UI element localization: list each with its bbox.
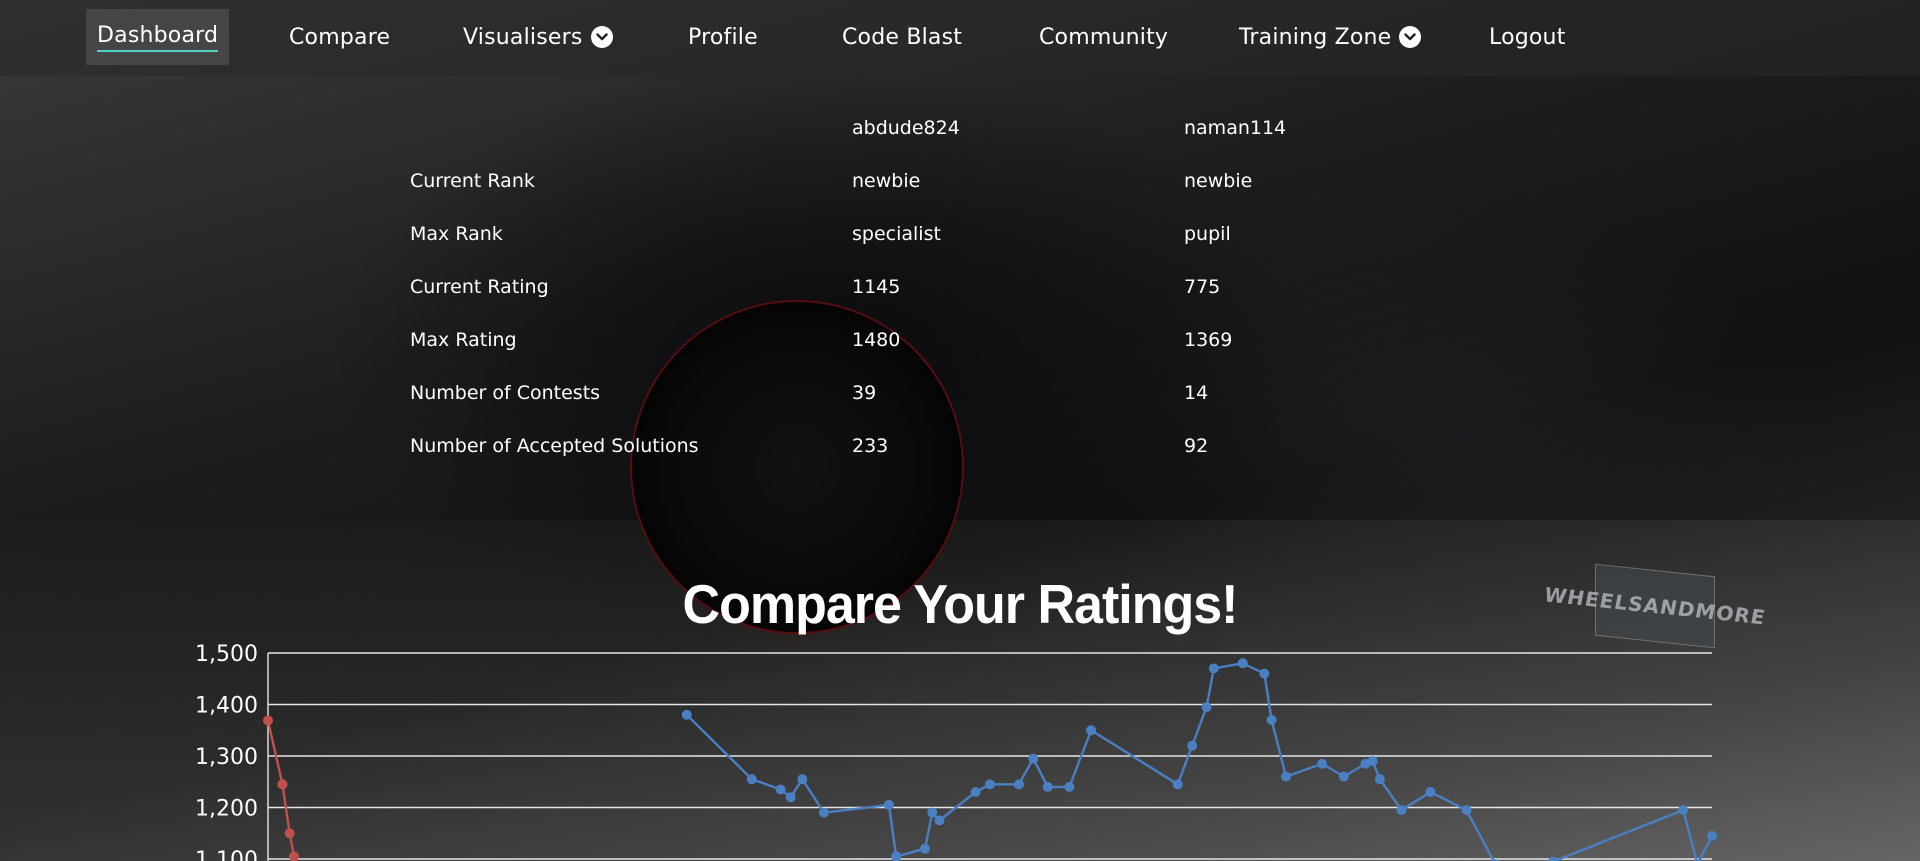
nav-logout[interactable]: Logout: [1489, 9, 1566, 65]
data-point: [883, 799, 894, 810]
data-point: [1707, 830, 1717, 841]
user2-value: 14: [1184, 382, 1209, 404]
compare-row: Current Rating 1145 775: [410, 276, 1510, 316]
data-point: [818, 807, 829, 818]
nav-logout-label: Logout: [1489, 24, 1566, 50]
y-tick-label: 1,300: [195, 745, 258, 770]
data-point: [1086, 725, 1097, 736]
user2-value: 775: [1184, 276, 1221, 298]
data-point: [1042, 781, 1053, 792]
data-point: [985, 779, 995, 790]
data-point: [920, 843, 931, 854]
series-line: [266, 720, 298, 861]
nav-community[interactable]: Community: [1039, 9, 1168, 65]
data-point: [277, 779, 288, 790]
data-point: [1201, 702, 1212, 713]
nav-visualisers[interactable]: Visualisers: [463, 9, 613, 65]
nav-community-label: Community: [1039, 24, 1169, 50]
y-tick-label: 1,400: [195, 694, 258, 719]
data-point: [1548, 856, 1559, 861]
data-point: [1338, 771, 1349, 782]
compare-row: Number of Accepted Solutions 233 92: [410, 435, 1510, 475]
data-point: [1461, 805, 1472, 816]
row-label: Number of Contests: [410, 382, 601, 404]
nav-compare-label: Compare: [289, 24, 391, 50]
user2-handle: naman114: [1184, 117, 1287, 139]
data-point: [1396, 805, 1407, 816]
user1-value: 39: [852, 382, 877, 404]
row-label: Max Rank: [410, 223, 503, 245]
user1-value: 1480: [852, 329, 901, 351]
data-point: [1281, 771, 1292, 782]
data-point: [1317, 758, 1328, 769]
data-point: [1237, 658, 1248, 669]
user1-value: 233: [852, 435, 889, 457]
data-point: [1187, 740, 1198, 751]
data-point: [1266, 714, 1277, 725]
chart-title: Compare Your Ratings!: [682, 574, 1239, 636]
nav-training-zone[interactable]: Training Zone: [1239, 9, 1422, 65]
y-tick-label: 1,100: [195, 848, 258, 861]
chevron-down-icon: [590, 26, 613, 48]
data-point: [1259, 668, 1270, 679]
compare-row: Current Rank newbie newbie: [410, 170, 1510, 210]
data-point: [1064, 781, 1075, 792]
nav-visualisers-label: Visualisers: [463, 24, 583, 50]
nav-training-zone-label: Training Zone: [1239, 24, 1392, 50]
data-point: [891, 851, 902, 861]
nav-profile-label: Profile: [688, 24, 758, 50]
data-point: [785, 792, 796, 803]
y-tick-label: 1,500: [195, 642, 258, 667]
user2-value: 92: [1184, 435, 1209, 457]
row-label: Current Rating: [410, 276, 549, 298]
user1-value: 1145: [852, 276, 901, 298]
compare-row: Max Rank specialist pupil: [410, 223, 1510, 263]
data-point: [1028, 753, 1039, 764]
user2-value: pupil: [1184, 223, 1231, 245]
data-point: [284, 828, 295, 839]
row-label: Number of Accepted Solutions: [410, 435, 699, 457]
data-point: [797, 774, 808, 785]
nav-dashboard-label: Dashboard: [97, 23, 219, 52]
user1-value: specialist: [852, 223, 941, 245]
nav-profile[interactable]: Profile: [688, 9, 758, 65]
series-line: [685, 662, 1714, 861]
data-point: [1172, 779, 1183, 790]
data-point: [681, 709, 692, 720]
data-point: [746, 774, 757, 785]
data-point: [934, 815, 945, 826]
nav-compare[interactable]: Compare: [289, 9, 390, 65]
data-point: [1425, 787, 1436, 798]
data-point: [927, 807, 938, 818]
data-point: [1208, 663, 1219, 674]
data-point: [288, 851, 299, 861]
rating-chart: 1,500 1,400 1,300 1,200 1,100: [195, 642, 1717, 861]
user2-value: newbie: [1184, 170, 1253, 192]
row-label: Current Rank: [410, 170, 535, 192]
compare-row: Number of Contests 39 14: [410, 382, 1510, 422]
data-point: [263, 715, 273, 726]
data-point: [1367, 756, 1378, 767]
data-point: [1013, 779, 1024, 790]
nav-code-blast-label: Code Blast: [842, 24, 963, 50]
y-tick-label: 1,200: [195, 797, 258, 822]
compare-header-row: abdude824 naman114: [410, 117, 1510, 157]
nav-code-blast[interactable]: Code Blast: [842, 9, 962, 65]
data-point: [1374, 774, 1385, 785]
data-point: [970, 787, 981, 798]
user1-value: newbie: [852, 170, 921, 192]
data-point: [1678, 805, 1689, 816]
nav-dashboard[interactable]: Dashboard: [86, 9, 230, 65]
user2-value: 1369: [1184, 329, 1233, 351]
row-label: Max Rating: [410, 329, 517, 351]
navbar: Dashboard Compare Visualisers Profile Co…: [0, 0, 1920, 76]
compare-row: Max Rating 1480 1369: [410, 329, 1510, 369]
data-point: [775, 784, 786, 795]
user1-handle: abdude824: [852, 117, 960, 139]
chevron-down-icon: [1399, 26, 1422, 48]
